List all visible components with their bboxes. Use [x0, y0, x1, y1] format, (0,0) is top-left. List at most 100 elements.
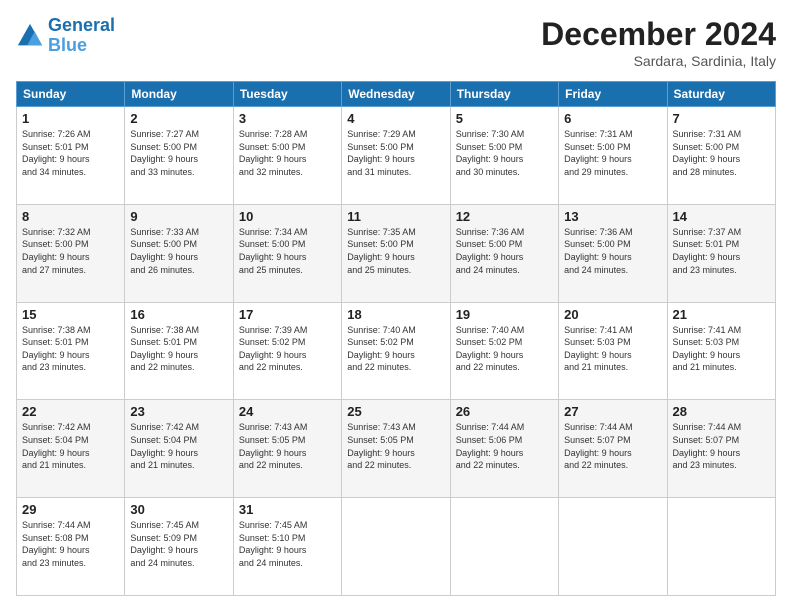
cell-info: Sunrise: 7:26 AMSunset: 5:01 PMDaylight:… [22, 128, 119, 178]
col-saturday: Saturday [667, 82, 775, 107]
calendar-cell: 30 Sunrise: 7:45 AMSunset: 5:09 PMDayligh… [125, 498, 233, 596]
cell-info: Sunrise: 7:44 AMSunset: 5:08 PMDaylight:… [22, 519, 119, 569]
cell-info: Sunrise: 7:43 AMSunset: 5:05 PMDaylight:… [239, 421, 336, 471]
month-title: December 2024 [541, 16, 776, 53]
logo: General Blue [16, 16, 115, 56]
cell-info: Sunrise: 7:31 AMSunset: 5:00 PMDaylight:… [673, 128, 770, 178]
title-block: December 2024 Sardara, Sardinia, Italy [541, 16, 776, 69]
day-number: 17 [239, 307, 336, 322]
day-number: 4 [347, 111, 444, 126]
calendar-header-row: Sunday Monday Tuesday Wednesday Thursday… [17, 82, 776, 107]
day-number: 30 [130, 502, 227, 517]
cell-info: Sunrise: 7:38 AMSunset: 5:01 PMDaylight:… [22, 324, 119, 374]
cell-info: Sunrise: 7:42 AMSunset: 5:04 PMDaylight:… [130, 421, 227, 471]
day-number: 5 [456, 111, 553, 126]
cell-info: Sunrise: 7:32 AMSunset: 5:00 PMDaylight:… [22, 226, 119, 276]
calendar-cell: 2Sunrise: 7:27 AMSunset: 5:00 PMDaylight… [125, 107, 233, 205]
cell-info: Sunrise: 7:34 AMSunset: 5:00 PMDaylight:… [239, 226, 336, 276]
calendar-cell: 13 Sunrise: 7:36 AMSunset: 5:00 PMDayligh… [559, 204, 667, 302]
day-number: 6 [564, 111, 661, 126]
calendar-table: Sunday Monday Tuesday Wednesday Thursday… [16, 81, 776, 596]
calendar-cell: 4 Sunrise: 7:29 AMSunset: 5:00 PMDaylight… [342, 107, 450, 205]
cell-info: Sunrise: 7:37 AMSunset: 5:01 PMDaylight:… [673, 226, 770, 276]
cell-info: Sunrise: 7:28 AMSunset: 5:00 PMDaylight:… [239, 128, 336, 178]
col-tuesday: Tuesday [233, 82, 341, 107]
calendar-cell: 31 Sunrise: 7:45 AMSunset: 5:10 PMDayligh… [233, 498, 341, 596]
day-number: 15 [22, 307, 119, 322]
cell-info: Sunrise: 7:45 AMSunset: 5:10 PMDaylight:… [239, 519, 336, 569]
calendar-cell: 21 Sunrise: 7:41 AMSunset: 5:03 PMDayligh… [667, 302, 775, 400]
calendar-cell: 24Sunrise: 7:43 AMSunset: 5:05 PMDayligh… [233, 400, 341, 498]
cell-info: Sunrise: 7:40 AMSunset: 5:02 PMDaylight:… [347, 324, 444, 374]
cell-info: Sunrise: 7:36 AMSunset: 5:00 PMDaylight:… [456, 226, 553, 276]
day-number: 25 [347, 404, 444, 419]
calendar-cell: 1 Sunrise: 7:26 AMSunset: 5:01 PMDaylight… [17, 107, 125, 205]
col-thursday: Thursday [450, 82, 558, 107]
day-number: 29 [22, 502, 119, 517]
day-number: 8 [22, 209, 119, 224]
page-container: General Blue December 2024 Sardara, Sard… [0, 0, 792, 612]
day-number: 23 [130, 404, 227, 419]
calendar-cell: 26 Sunrise: 7:44 AMSunset: 5:06 PMDayligh… [450, 400, 558, 498]
day-number: 26 [456, 404, 553, 419]
calendar-cell: 10 Sunrise: 7:34 AMSunset: 5:00 PMDayligh… [233, 204, 341, 302]
calendar-cell: 23 Sunrise: 7:42 AMSunset: 5:04 PMDayligh… [125, 400, 233, 498]
day-number: 27 [564, 404, 661, 419]
day-number: 16 [130, 307, 227, 322]
day-number: 14 [673, 209, 770, 224]
cell-info: Sunrise: 7:33 AMSunset: 5:00 PMDaylight:… [130, 226, 227, 276]
logo-icon [16, 22, 44, 50]
calendar-cell: 14 Sunrise: 7:37 AMSunset: 5:01 PMDayligh… [667, 204, 775, 302]
header: General Blue December 2024 Sardara, Sard… [16, 16, 776, 69]
cell-info: Sunrise: 7:29 AMSunset: 5:00 PMDaylight:… [347, 128, 444, 178]
day-number: 2 [130, 111, 227, 126]
day-number: 3 [239, 111, 336, 126]
cell-info: Sunrise: 7:41 AMSunset: 5:03 PMDaylight:… [673, 324, 770, 374]
calendar-cell: 15 Sunrise: 7:38 AMSunset: 5:01 PMDayligh… [17, 302, 125, 400]
calendar-cell [559, 498, 667, 596]
cell-info: Sunrise: 7:44 AMSunset: 5:06 PMDaylight:… [456, 421, 553, 471]
cell-info: Sunrise: 7:30 AMSunset: 5:00 PMDaylight:… [456, 128, 553, 178]
day-number: 12 [456, 209, 553, 224]
day-number: 21 [673, 307, 770, 322]
calendar-cell [342, 498, 450, 596]
day-number: 1 [22, 111, 119, 126]
cell-info: Sunrise: 7:35 AMSunset: 5:00 PMDaylight:… [347, 226, 444, 276]
calendar-cell: 20Sunrise: 7:41 AMSunset: 5:03 PMDayligh… [559, 302, 667, 400]
cell-info: Sunrise: 7:40 AMSunset: 5:02 PMDaylight:… [456, 324, 553, 374]
calendar-cell: 3 Sunrise: 7:28 AMSunset: 5:00 PMDaylight… [233, 107, 341, 205]
day-number: 28 [673, 404, 770, 419]
calendar-week-row: 8 Sunrise: 7:32 AMSunset: 5:00 PMDaylight… [17, 204, 776, 302]
location-subtitle: Sardara, Sardinia, Italy [541, 53, 776, 69]
calendar-cell: 6Sunrise: 7:31 AMSunset: 5:00 PMDaylight… [559, 107, 667, 205]
cell-info: Sunrise: 7:45 AMSunset: 5:09 PMDaylight:… [130, 519, 227, 569]
col-wednesday: Wednesday [342, 82, 450, 107]
day-number: 22 [22, 404, 119, 419]
calendar-cell [667, 498, 775, 596]
calendar-cell: 22 Sunrise: 7:42 AMSunset: 5:04 PMDayligh… [17, 400, 125, 498]
calendar-cell: 18 Sunrise: 7:40 AMSunset: 5:02 PMDayligh… [342, 302, 450, 400]
day-number: 31 [239, 502, 336, 517]
cell-info: Sunrise: 7:38 AMSunset: 5:01 PMDaylight:… [130, 324, 227, 374]
calendar-cell: 12 Sunrise: 7:36 AMSunset: 5:00 PMDayligh… [450, 204, 558, 302]
cell-info: Sunrise: 7:42 AMSunset: 5:04 PMDaylight:… [22, 421, 119, 471]
cell-info: Sunrise: 7:43 AMSunset: 5:05 PMDaylight:… [347, 421, 444, 471]
col-sunday: Sunday [17, 82, 125, 107]
calendar-cell: 8 Sunrise: 7:32 AMSunset: 5:00 PMDaylight… [17, 204, 125, 302]
col-friday: Friday [559, 82, 667, 107]
cell-info: Sunrise: 7:44 AMSunset: 5:07 PMDaylight:… [673, 421, 770, 471]
cell-info: Sunrise: 7:39 AMSunset: 5:02 PMDaylight:… [239, 324, 336, 374]
cell-info: Sunrise: 7:36 AMSunset: 5:00 PMDaylight:… [564, 226, 661, 276]
cell-info: Sunrise: 7:44 AMSunset: 5:07 PMDaylight:… [564, 421, 661, 471]
calendar-week-row: 22 Sunrise: 7:42 AMSunset: 5:04 PMDayligh… [17, 400, 776, 498]
day-number: 10 [239, 209, 336, 224]
calendar-cell: 5 Sunrise: 7:30 AMSunset: 5:00 PMDaylight… [450, 107, 558, 205]
day-number: 13 [564, 209, 661, 224]
cell-info: Sunrise: 7:41 AMSunset: 5:03 PMDaylight:… [564, 324, 661, 374]
calendar-cell: 29 Sunrise: 7:44 AMSunset: 5:08 PMDayligh… [17, 498, 125, 596]
calendar-cell: 27 Sunrise: 7:44 AMSunset: 5:07 PMDayligh… [559, 400, 667, 498]
day-number: 18 [347, 307, 444, 322]
calendar-week-row: 1 Sunrise: 7:26 AMSunset: 5:01 PMDaylight… [17, 107, 776, 205]
day-number: 11 [347, 209, 444, 224]
day-number: 9 [130, 209, 227, 224]
